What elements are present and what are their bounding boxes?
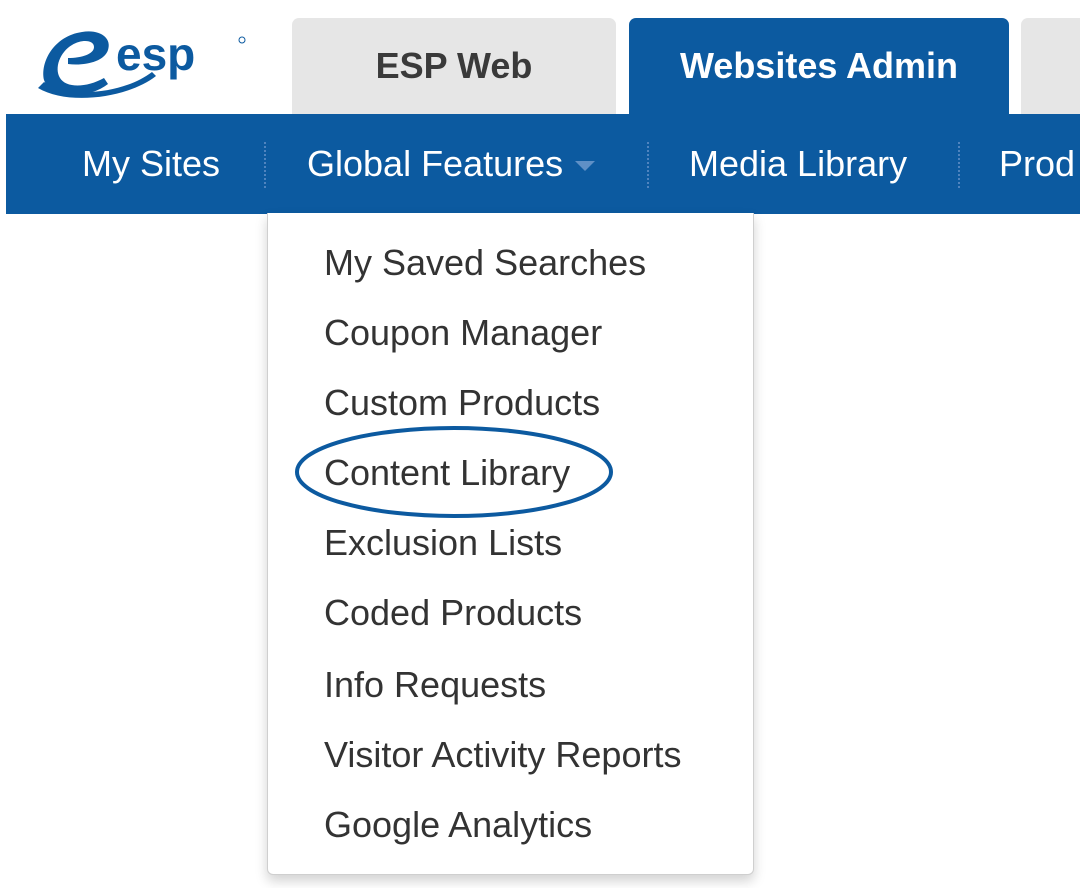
nav-item-my-sites[interactable]: My Sites xyxy=(82,114,220,214)
menu-item-visitor-activity-reports[interactable]: Visitor Activity Reports xyxy=(324,730,681,780)
tab-partial[interactable] xyxy=(1021,18,1080,114)
menu-item-label: My Saved Searches xyxy=(324,242,647,283)
nav-item-label: Prod xyxy=(999,143,1076,184)
menu-item-content-library[interactable]: Content Library xyxy=(324,448,570,498)
menu-item-info-requests[interactable]: Info Requests xyxy=(324,660,546,710)
caret-down-icon xyxy=(575,161,596,171)
menu-item-google-analytics[interactable]: Google Analytics xyxy=(324,800,592,850)
menu-item-label: Google Analytics xyxy=(324,804,593,845)
esp-logo-swoosh-icon: esp xyxy=(38,28,246,98)
nav-item-media-library[interactable]: Media Library xyxy=(689,114,907,214)
nav-divider xyxy=(647,142,649,188)
menu-item-exclusion-lists[interactable]: Exclusion Lists xyxy=(324,518,562,568)
nav-item-global-features[interactable]: Global Features xyxy=(307,114,596,214)
nav-divider xyxy=(264,142,266,188)
tab-websites-admin[interactable]: Websites Admin xyxy=(629,18,1009,114)
nav-item-label: My Sites xyxy=(82,143,221,184)
menu-item-label: Exclusion Lists xyxy=(324,522,563,563)
menu-item-label: Coupon Manager xyxy=(324,312,603,353)
menu-item-coded-products[interactable]: Coded Products xyxy=(324,588,582,638)
tab-esp-web-label: ESP Web xyxy=(375,45,533,86)
page: esp ESP Web Websites Admin My Sites Glob… xyxy=(0,0,1080,888)
logo-text: esp xyxy=(116,28,195,80)
global-features-dropdown: My Saved Searches Coupon Manager Custom … xyxy=(267,213,754,875)
menu-item-custom-products[interactable]: Custom Products xyxy=(324,378,600,428)
main-navbar: My Sites Global Features Media Library P… xyxy=(6,114,1080,214)
tab-esp-web[interactable]: ESP Web xyxy=(292,18,616,114)
nav-divider xyxy=(958,142,960,188)
nav-item-products[interactable]: Prod xyxy=(999,114,1075,214)
esp-logo[interactable]: esp xyxy=(38,18,248,102)
menu-item-label: Coded Products xyxy=(324,592,583,633)
menu-item-coupon-manager[interactable]: Coupon Manager xyxy=(324,308,602,358)
menu-item-my-saved-searches[interactable]: My Saved Searches xyxy=(324,238,646,288)
tab-websites-admin-label: Websites Admin xyxy=(679,45,959,86)
nav-item-label: Global Features xyxy=(307,143,564,184)
menu-item-label: Custom Products xyxy=(324,382,601,423)
menu-item-label: Visitor Activity Reports xyxy=(324,734,682,775)
menu-item-label: Content Library xyxy=(324,452,571,493)
menu-item-label: Info Requests xyxy=(324,664,547,705)
nav-item-label: Media Library xyxy=(689,143,908,184)
